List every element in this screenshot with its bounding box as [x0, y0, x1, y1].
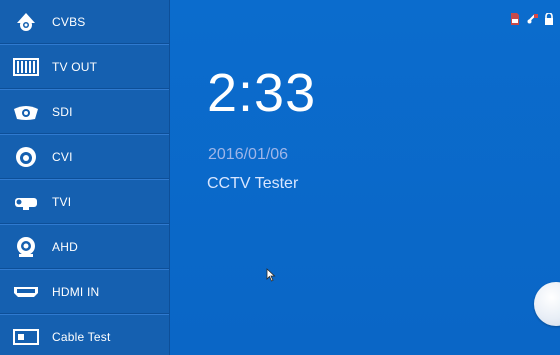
cable-tester-icon	[12, 326, 40, 348]
mouse-cursor-icon	[266, 268, 276, 282]
sd-card-icon	[510, 12, 520, 25]
device-name: CCTV Tester	[207, 175, 299, 192]
sidebar-item-label: AHD	[52, 240, 78, 254]
sidebar-item-label: Cable Test	[52, 330, 111, 344]
sidebar-item-cvbs[interactable]: CVBS	[0, 0, 169, 45]
hdmi-icon	[12, 281, 40, 303]
dome-camera-icon	[12, 11, 40, 33]
sdi-camera-icon	[12, 101, 40, 123]
clock-date: 2016/01/06	[208, 146, 289, 163]
cvi-camera-icon	[12, 146, 40, 168]
sidebar-item-tv-out[interactable]: TV OUT	[0, 45, 169, 90]
sidebar-item-label: TV OUT	[52, 60, 98, 74]
sidebar-item-label: CVI	[52, 150, 73, 164]
ahd-camera-icon	[12, 236, 40, 258]
sidebar-item-tvi[interactable]: TVI	[0, 180, 169, 225]
sidebar-item-hdmi-in[interactable]: HDMI IN	[0, 270, 169, 315]
lock-icon	[544, 12, 554, 25]
sidebar-item-sdi[interactable]: SDI	[0, 90, 169, 135]
floating-handle-button[interactable]	[534, 282, 560, 326]
clock-time: 2:33	[207, 63, 317, 123]
tv-out-icon	[12, 56, 40, 78]
cctv-tester-screen: CVBS TV OUT SDI CVI TVI AHD HDMI IN Cabl…	[0, 0, 560, 355]
sidebar: CVBS TV OUT SDI CVI TVI AHD HDMI IN Cabl…	[0, 0, 170, 355]
usb-icon	[527, 12, 538, 24]
sidebar-item-label: TVI	[52, 195, 72, 209]
sidebar-item-cvi[interactable]: CVI	[0, 135, 169, 180]
tvi-camera-icon	[12, 191, 40, 213]
sidebar-item-label: SDI	[52, 105, 73, 119]
status-bar	[510, 12, 554, 25]
sidebar-item-ahd[interactable]: AHD	[0, 225, 169, 270]
sidebar-item-label: HDMI IN	[52, 285, 100, 299]
sidebar-item-cable-test[interactable]: Cable Test	[0, 315, 169, 355]
sidebar-item-label: CVBS	[52, 15, 86, 29]
